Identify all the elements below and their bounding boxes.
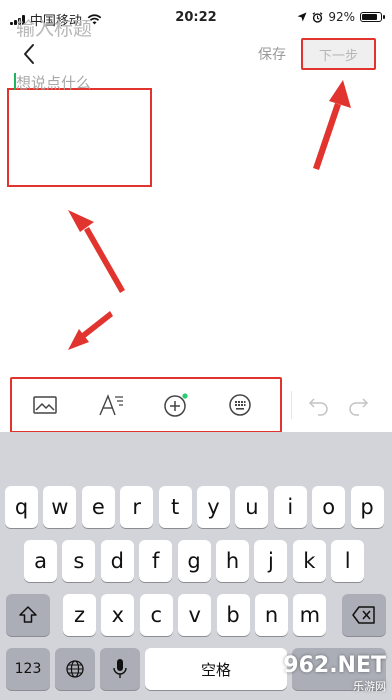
key-e[interactable]: e	[81, 486, 115, 528]
key-i[interactable]: i	[273, 486, 307, 528]
space-key[interactable]: 空格	[145, 648, 287, 690]
globe-key[interactable]	[55, 648, 95, 690]
microphone-icon	[113, 659, 127, 678]
key-w[interactable]: w	[43, 486, 77, 528]
more-icon	[229, 394, 251, 416]
add-button[interactable]	[162, 391, 190, 419]
key-c[interactable]: c	[139, 594, 173, 636]
undo-icon	[308, 398, 328, 416]
keyboard: 123 空格 962.NET 乐游网 qwertyuiop asdfghjkl zx…	[0, 432, 392, 700]
key-m[interactable]: m	[293, 594, 327, 636]
undo-button[interactable]	[306, 391, 334, 419]
key-r[interactable]: r	[120, 486, 154, 528]
watermark-logo: 962.NET 乐游网	[283, 653, 386, 694]
add-circle-icon	[164, 393, 188, 417]
watermark-subtitle: 乐游网	[353, 680, 386, 693]
key-h[interactable]: h	[216, 540, 249, 582]
key-x[interactable]: x	[101, 594, 135, 636]
key-j[interactable]: j	[254, 540, 288, 582]
key-u[interactable]: u	[235, 486, 269, 528]
microphone-key[interactable]	[100, 648, 140, 690]
key-t[interactable]: t	[158, 486, 192, 528]
shift-icon	[19, 606, 37, 623]
backspace-key[interactable]	[342, 594, 386, 636]
text-format-button[interactable]	[97, 391, 125, 419]
key-v[interactable]: v	[178, 594, 212, 636]
redo-button[interactable]	[345, 391, 373, 419]
key-y[interactable]: y	[197, 486, 230, 528]
watermark-brand: 962.NET	[283, 653, 386, 678]
key-n[interactable]: n	[255, 594, 288, 636]
globe-icon	[66, 660, 84, 678]
key-l[interactable]: l	[331, 540, 365, 582]
key-q[interactable]: q	[5, 486, 38, 528]
key-o[interactable]: o	[312, 486, 346, 528]
key-f[interactable]: f	[139, 540, 173, 582]
toolbar-divider	[291, 391, 292, 419]
key-a[interactable]: a	[24, 540, 57, 582]
key-z[interactable]: z	[63, 594, 96, 636]
arrow-to-editor	[68, 210, 125, 293]
arrow-to-toolbar	[68, 311, 113, 350]
more-tools-button[interactable]	[226, 391, 254, 419]
insert-image-button[interactable]	[31, 391, 59, 419]
key-p[interactable]: p	[350, 486, 384, 528]
image-icon	[33, 396, 57, 414]
key-s[interactable]: s	[62, 540, 96, 582]
key-g[interactable]: g	[177, 540, 211, 582]
numbers-key[interactable]: 123	[6, 648, 50, 690]
key-b[interactable]: b	[216, 594, 250, 636]
text-format-icon	[99, 394, 123, 416]
arrow-to-next-button	[313, 80, 351, 170]
key-d[interactable]: d	[100, 540, 134, 582]
backspace-icon	[352, 606, 375, 624]
redo-icon	[349, 398, 369, 416]
key-k[interactable]: k	[292, 540, 326, 582]
shift-key[interactable]	[6, 594, 50, 636]
